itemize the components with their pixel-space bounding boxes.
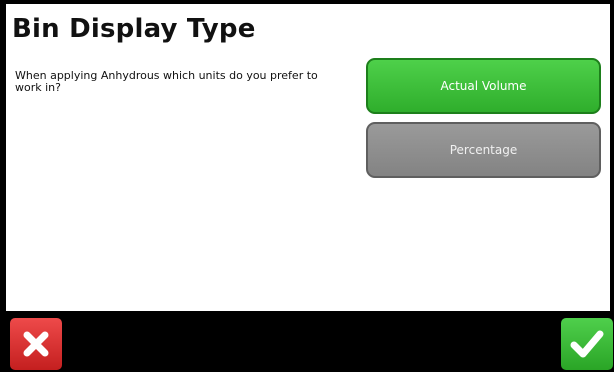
- confirm-button[interactable]: [561, 318, 613, 370]
- option-percentage-button[interactable]: Percentage: [366, 122, 601, 178]
- option-label: Percentage: [449, 143, 518, 157]
- close-icon: [21, 329, 51, 359]
- option-label: Actual Volume: [440, 79, 527, 93]
- question-text: When applying Anhydrous which units do y…: [15, 69, 318, 94]
- cancel-button[interactable]: [10, 318, 62, 370]
- checkmark-icon: [570, 329, 604, 359]
- page-title: Bin Display Type: [12, 14, 256, 44]
- bottom-toolbar: [0, 311, 614, 372]
- screen-frame: Bin Display Type When applying Anhydrous…: [0, 0, 614, 372]
- option-actual-volume-button[interactable]: Actual Volume: [366, 58, 601, 114]
